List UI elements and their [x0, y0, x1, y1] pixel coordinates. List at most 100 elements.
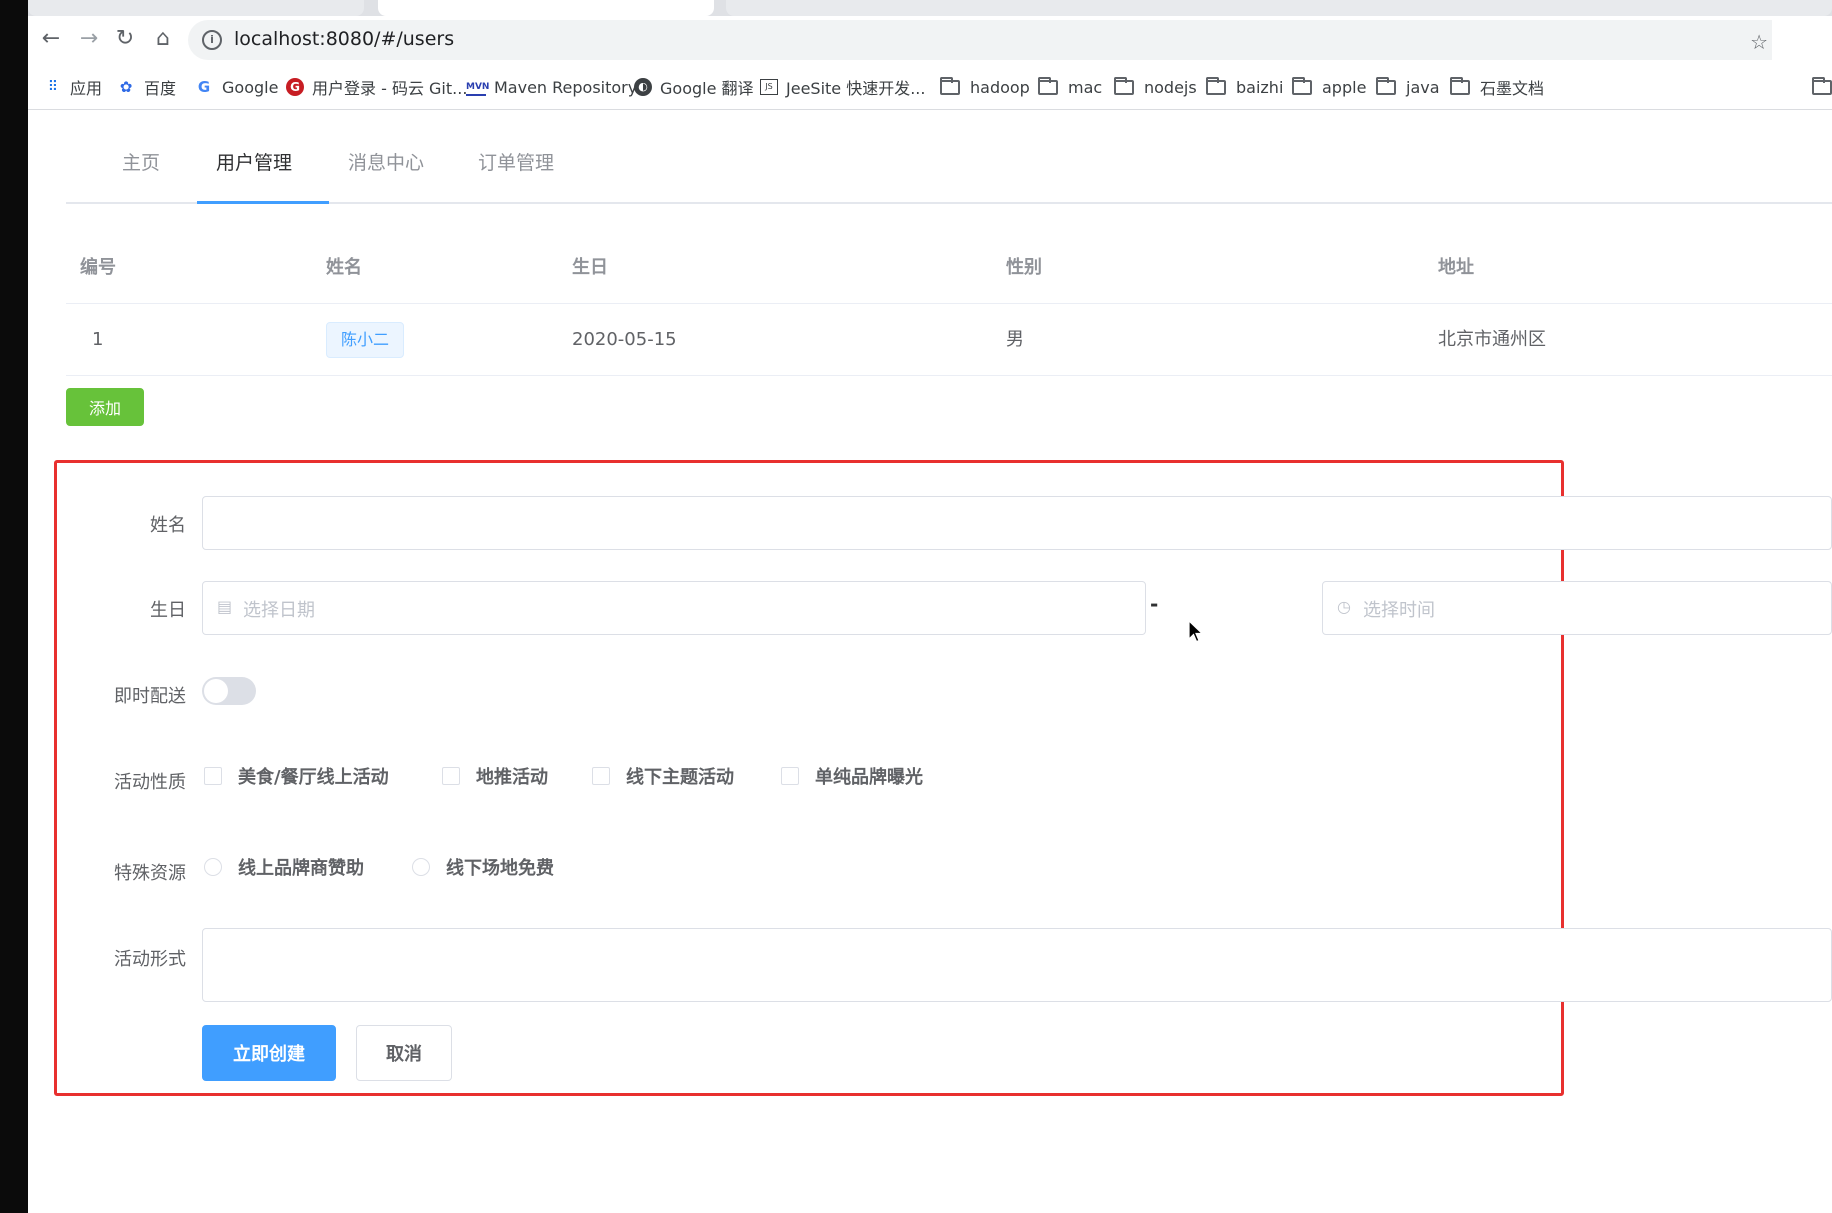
table-row: 1 陈小二 2020-05-15 男 北京市通州区: [66, 304, 1832, 376]
bookmark-google-translate[interactable]: ◐ Google 翻译: [634, 74, 754, 100]
radio-circle[interactable]: [204, 858, 222, 876]
cell-address: 北京市通州区: [1438, 329, 1546, 350]
cell-birthday: 2020-05-15: [572, 329, 677, 350]
tab-message-center[interactable]: 消息中心: [348, 148, 424, 175]
clock-icon: ◷: [1337, 597, 1351, 616]
folder-icon: [1376, 76, 1396, 95]
column-header-id: 编号: [80, 257, 116, 278]
checkbox-box[interactable]: [442, 767, 460, 785]
delivery-switch[interactable]: [202, 677, 256, 705]
apps-grid-icon: ⠿: [47, 79, 58, 95]
bookmarks-bar: ⠿ 应用 ✿ 百度 G Google G 用户登录 - 码云 Git... MV…: [28, 64, 1832, 110]
browser-tab[interactable]: [28, 0, 364, 16]
bookmark-label: Google: [222, 77, 279, 97]
bookmark-folder-java[interactable]: java: [1376, 74, 1440, 100]
radio-free-venue[interactable]: 线下场地免费: [412, 854, 554, 880]
bookmark-apps[interactable]: ⠿ 应用: [42, 74, 102, 100]
url-text: localhost:8080/#/users: [234, 28, 455, 50]
bookmark-folder-apple[interactable]: apple: [1292, 74, 1366, 100]
add-button[interactable]: 添加: [66, 388, 144, 426]
bookmark-folder-hadoop[interactable]: hadoop: [940, 74, 1030, 100]
mvn-icon: MVN: [466, 78, 489, 96]
checkbox-offline-theme[interactable]: 线下主题活动: [592, 763, 734, 789]
activity-form-textarea[interactable]: [202, 928, 1832, 1002]
forward-arrow-icon[interactable]: →: [76, 26, 102, 52]
name-tag: 陈小二: [326, 322, 405, 358]
radio-circle[interactable]: [412, 858, 430, 876]
cell-id: 1: [92, 329, 104, 350]
address-bar[interactable]: i localhost:8080/#/users ☆: [188, 20, 1772, 60]
bookmark-label: nodejs: [1144, 77, 1197, 97]
range-separator: -: [1150, 592, 1159, 616]
column-header-gender: 性别: [1006, 257, 1042, 278]
time-picker-input[interactable]: ◷ 选择时间: [1322, 581, 1832, 635]
create-button[interactable]: 立即创建: [202, 1025, 336, 1081]
checkbox-online-food[interactable]: 美食/餐厅线上活动: [204, 763, 389, 789]
checkbox-ground-promotion[interactable]: 地推活动: [442, 763, 548, 789]
checkbox-label: 线下主题活动: [626, 767, 734, 788]
checkbox-label: 单纯品牌曝光: [815, 767, 923, 788]
calendar-icon: ▤: [217, 597, 233, 616]
checkbox-box[interactable]: [592, 767, 610, 785]
active-tab-indicator: [197, 201, 329, 204]
tab-home[interactable]: 主页: [122, 148, 160, 175]
bookmark-label: 用户登录 - 码云 Git...: [312, 79, 468, 98]
back-arrow-icon[interactable]: ←: [38, 26, 64, 52]
bookmark-folder-nodejs[interactable]: nodejs: [1114, 74, 1197, 100]
js-icon: JS: [760, 79, 778, 95]
bookmark-maven[interactable]: MVN Maven Repository: [466, 74, 637, 100]
time-placeholder: 选择时间: [1363, 600, 1435, 621]
bookmark-folder-overflow[interactable]: [1812, 74, 1832, 100]
activity-form-label: 活动形式: [114, 949, 186, 970]
date-picker-input[interactable]: ▤ 选择日期: [202, 581, 1146, 635]
delivery-label: 即时配送: [114, 686, 186, 707]
browser-tab-active[interactable]: [378, 0, 714, 16]
bookmark-label: Google 翻译: [660, 79, 754, 98]
browser-tab-strip: [28, 0, 1832, 16]
bookmark-label: 石墨文档: [1480, 79, 1545, 98]
reload-icon[interactable]: ↻: [112, 26, 138, 52]
bookmark-label: mac: [1068, 77, 1103, 97]
cancel-button[interactable]: 取消: [356, 1025, 452, 1081]
browser-tab[interactable]: [726, 0, 1832, 16]
birthday-label: 生日: [150, 600, 186, 621]
date-placeholder: 选择日期: [243, 600, 315, 621]
folder-icon: [1206, 76, 1226, 95]
name-input[interactable]: [202, 496, 1832, 550]
bookmark-folder-baizhi[interactable]: baizhi: [1206, 74, 1283, 100]
bookmark-baidu[interactable]: ✿ 百度: [116, 74, 176, 100]
column-header-name: 姓名: [326, 257, 362, 278]
bookmark-gitee[interactable]: G 用户登录 - 码云 Git...: [286, 74, 467, 100]
tab-order-management[interactable]: 订单管理: [478, 148, 554, 175]
bookmark-label: java: [1406, 77, 1440, 97]
column-header-birthday: 生日: [572, 257, 608, 278]
mouse-cursor-icon: [1188, 620, 1204, 643]
tab-user-management[interactable]: 用户管理: [216, 148, 292, 175]
cell-gender: 男: [1006, 329, 1024, 350]
column-header-address: 地址: [1438, 257, 1474, 278]
cell-name: 陈小二: [326, 304, 405, 376]
google-icon: G: [197, 78, 211, 96]
special-resource-label: 特殊资源: [114, 863, 186, 884]
checkbox-brand-exposure[interactable]: 单纯品牌曝光: [781, 763, 923, 789]
table-header-row: 编号 姓名 生日 性别 地址: [66, 232, 1832, 304]
name-label: 姓名: [150, 515, 186, 536]
info-icon[interactable]: i: [202, 30, 222, 50]
bookmark-label: JeeSite 快速开发...: [786, 79, 926, 98]
bookmark-star-icon[interactable]: ☆: [1750, 30, 1768, 54]
bookmark-label: 应用: [70, 79, 103, 98]
home-icon[interactable]: ⌂: [150, 26, 176, 52]
left-black-strip: [0, 0, 28, 1213]
checkbox-box[interactable]: [781, 767, 799, 785]
folder-icon: [1292, 76, 1312, 95]
bookmark-google[interactable]: G Google: [194, 74, 279, 100]
bookmark-label: baizhi: [1236, 77, 1284, 97]
folder-icon: [1114, 76, 1134, 95]
checkbox-label: 地推活动: [476, 767, 548, 788]
bookmark-folder-mac[interactable]: mac: [1038, 74, 1102, 100]
checkbox-box[interactable]: [204, 767, 222, 785]
bookmark-jeesite[interactable]: JS JeeSite 快速开发...: [760, 74, 925, 100]
folder-icon: [1038, 76, 1058, 95]
radio-online-sponsor[interactable]: 线上品牌商赞助: [204, 854, 364, 880]
bookmark-folder-shimo[interactable]: 石墨文档: [1450, 74, 1544, 100]
